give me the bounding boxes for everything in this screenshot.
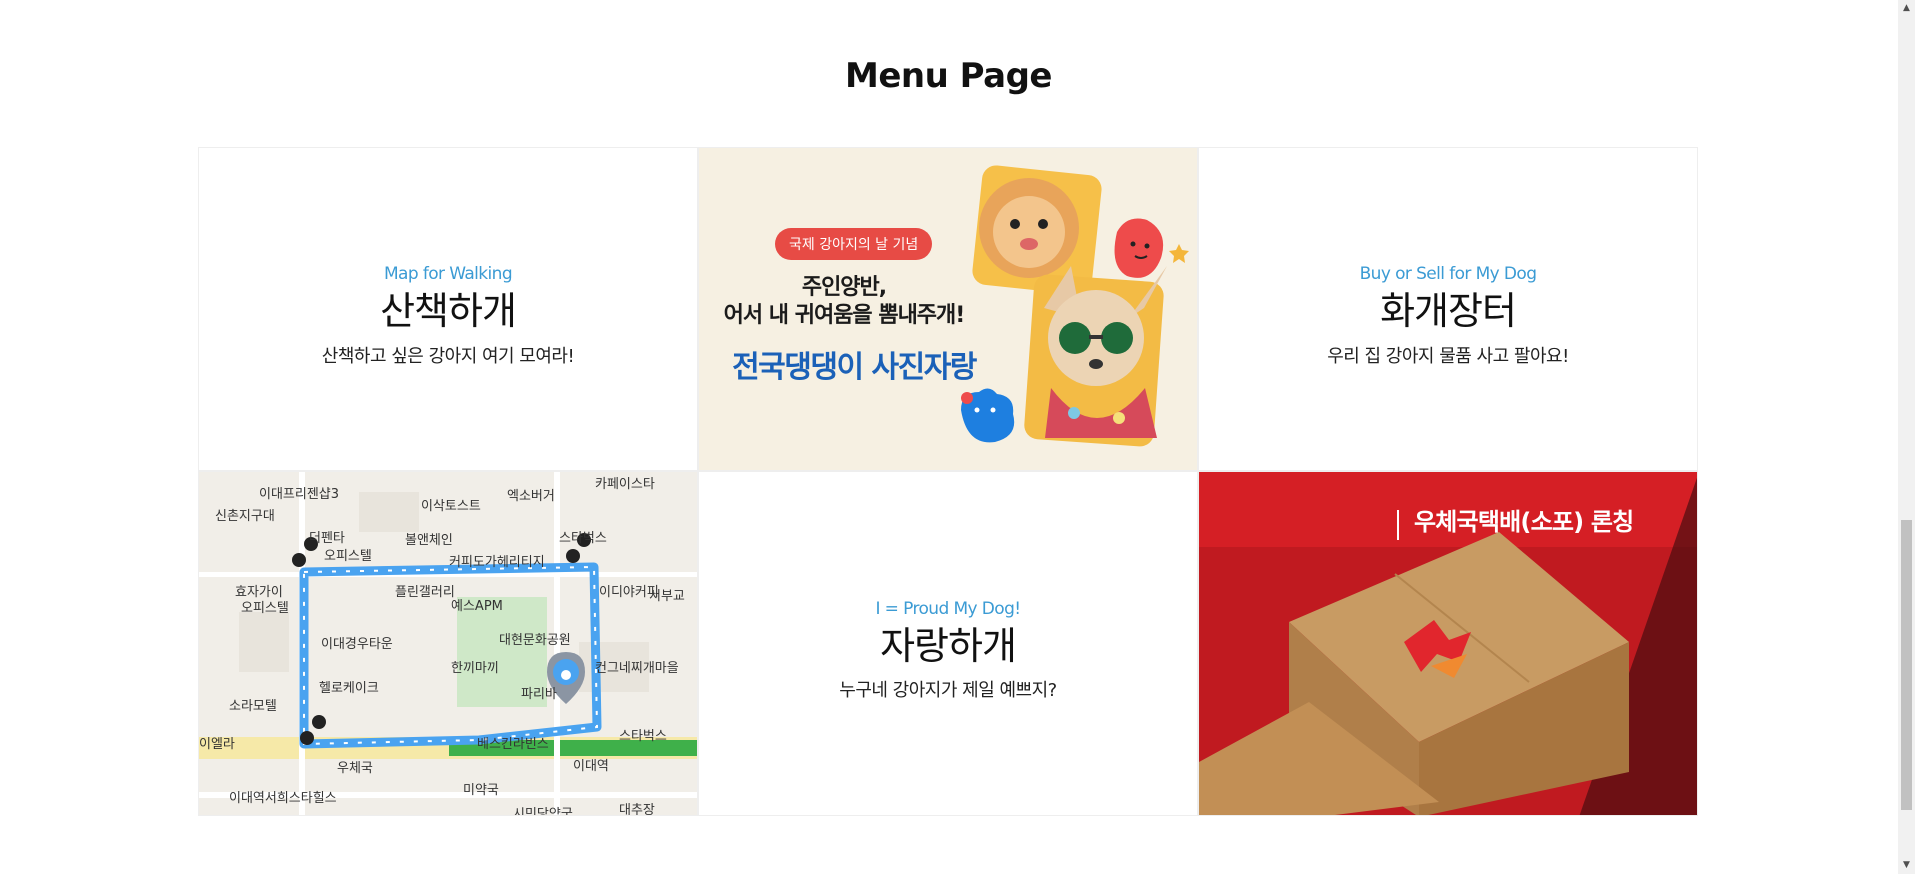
promo-badge: 국제 강아지의 날 기념 [775,228,933,260]
market-title: 화개장터 [1380,289,1517,334]
map-place-label: 한끼마끼 [451,661,499,676]
map-place-label: 미약국 [463,783,499,798]
map-place-label: 오피스텔 [241,601,289,616]
promo-line-1: 주인양반, [801,275,887,300]
scroll-thumb[interactable] [1901,520,1912,810]
map-place-label: 신촌지구대 [215,509,275,524]
map-place-label: 이대프리젠샵3 [259,487,339,502]
map-place-label: 효자가이 [235,585,283,600]
walking-map[interactable]: 이대프리젠샵3 신촌지구대 더펜타 오피스텔 효자가이 오피스텔 이대경우타운 헬로케이크 소라… [198,471,698,816]
map-place-label: 베스킨라빈스 [477,737,549,752]
map-place-label: 오피스텔 [324,549,372,564]
walk-title: 산책하개 [380,289,517,334]
proud-eyebrow: I = Proud My Dog! [875,598,1021,619]
map-place-label: 커피도가헤리티지 [449,555,545,570]
map-place-label: 더펜타 [309,531,345,546]
map-place-label: 컨그네찌개마을 [595,661,679,676]
map-place-label: 이엘라 [199,737,235,752]
map-place-label: 스타벅스 [559,531,607,546]
menu-grid: Map for Walking 산책하개 산책하고 싶은 강아지 여기 모여라! [198,147,1698,816]
walking-route-map: 이대프리젠샵3신촌지구대더펜타오피스텔효자가이오피스텔이대경우타운헬로케이크소라… [199,472,697,816]
promo-headline: 전국댕댕이 사진자랑 [732,350,977,385]
scroll-down-icon[interactable]: ▼ [1898,857,1915,874]
proud-title: 자랑하개 [880,623,1017,668]
map-place-label: 예스APM [451,599,503,614]
walk-eyebrow: Map for Walking [383,264,513,285]
map-place-label: 플린갤러리 [395,585,455,600]
map-place-label: 시민당약국 [513,807,573,816]
walk-description: 산책하고 싶은 강아지 여기 모여라! [321,345,575,367]
promo-line-2: 어서 내 귀여움을 뽐내주개! [723,303,966,328]
map-place-label: 카페이스타 [595,477,655,492]
map-place-label: 파리바 [521,687,557,702]
map-place-label: 우체국 [337,761,373,776]
map-place-label: 이디야커피 [599,585,659,600]
map-place-label: 스타벅스 [619,729,667,744]
vertical-scrollbar[interactable]: ▲ ▼ [1898,0,1915,874]
menu-card-proud[interactable]: I = Proud My Dog! 자랑하개 누구네 강아지가 제일 예쁘지? [698,471,1198,816]
market-description: 우리 집 강아지 물품 사고 팔아요! [1327,345,1569,367]
map-place-label: 이대역 [573,759,609,774]
map-place-label: 소라모텔 [229,699,277,714]
map-place-label: 이대경우타운 [321,637,393,652]
parcel-headline: 우체국택배(소포) 론칭 [1414,508,1634,536]
map-place-label: 이삭토스트 [421,499,481,514]
market-eyebrow: Buy or Sell for My Dog [1359,264,1537,285]
parcel-banner[interactable]: 우체국택배(소포) 론칭 [1198,471,1698,816]
page-title: Menu Page [845,56,1053,96]
map-place-label: 엑소버거 [507,489,555,504]
map-place-label: 볼앤체인 [405,533,453,548]
map-place-label: 대추장 [619,803,655,816]
map-place-label: 대현문화공원 [499,633,571,648]
promo-banner[interactable]: 국제 강아지의 날 기념 주인양반, 어서 내 귀여움을 뽐내주개! 전국댕댕이… [698,147,1198,471]
scroll-up-icon[interactable]: ▲ [1898,0,1915,17]
proud-description: 누구네 강아지가 제일 예쁘지? [839,680,1057,702]
map-place-label: 이대역서희스타힐스 [229,791,337,806]
menu-card-walk[interactable]: Map for Walking 산책하개 산책하고 싶은 강아지 여기 모여라! [198,147,698,471]
menu-card-market[interactable]: Buy or Sell for My Dog 화개장터 우리 집 강아지 물품 … [1198,147,1698,471]
map-place-label: 헬로케이크 [319,681,379,696]
